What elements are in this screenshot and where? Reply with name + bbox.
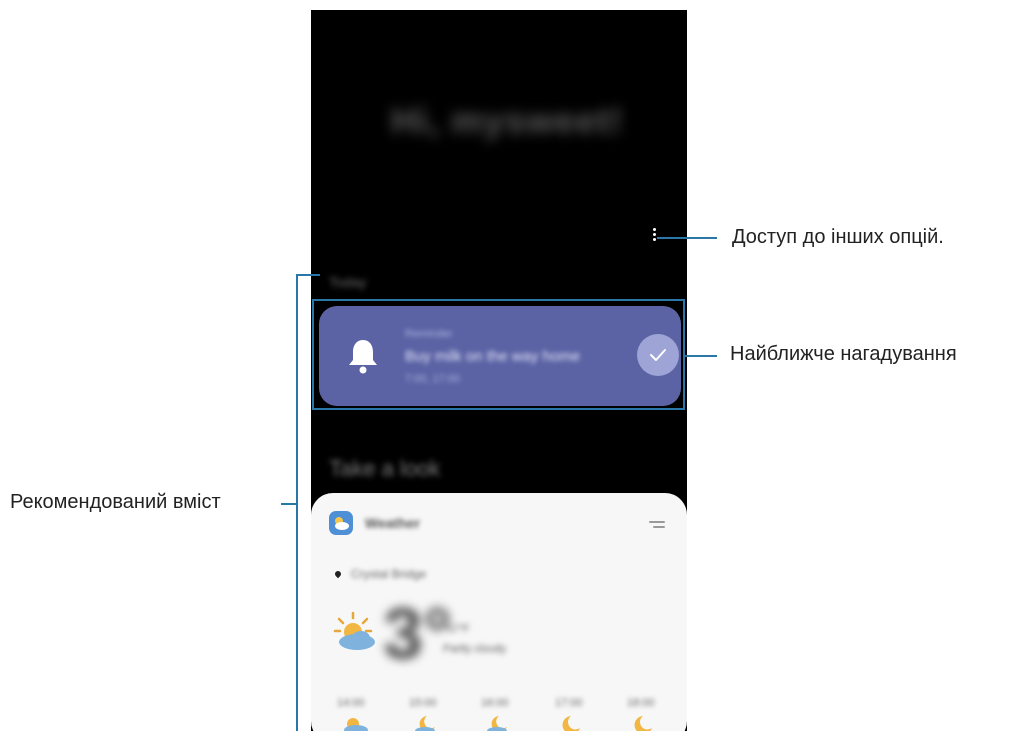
- moon-cloud-icon: [487, 716, 507, 731]
- hour-label: 17:00: [555, 697, 583, 709]
- sun-cloud-icon: [344, 718, 368, 731]
- weather-app-icon: [329, 511, 353, 535]
- more-options-callout-line: [657, 237, 717, 239]
- sun-cloud-icon: [333, 611, 375, 650]
- reminder-callout-line: [685, 355, 717, 357]
- hour-label: 15:00: [409, 697, 437, 709]
- moon-icon: [562, 716, 580, 731]
- weather-card[interactable]: Weather Crystal Bridge 3° °C/°F Partly c…: [311, 493, 687, 731]
- location-pin-icon: [333, 569, 343, 579]
- temperature-value: 3°: [383, 594, 452, 674]
- hour-label: 16:00: [481, 697, 509, 709]
- greeting-text: Hi, mysweet!: [391, 100, 624, 141]
- moon-icon: [634, 716, 652, 731]
- more-options-callout: Доступ до інших опцій.: [732, 226, 944, 248]
- recommended-top-tick: [296, 274, 320, 276]
- reminder-callout: Найближче нагадування: [730, 343, 957, 365]
- weather-menu-icon[interactable]: [649, 521, 665, 531]
- weather-title: Weather: [365, 515, 420, 531]
- moon-cloud-icon: [415, 716, 435, 731]
- take-a-look-label: Take a look: [329, 456, 441, 481]
- hour-label: 14:00: [337, 697, 365, 709]
- recommended-callout: Рекомендований вміст: [10, 491, 221, 513]
- hour-label: 18:00: [627, 697, 655, 709]
- temperature-details: °C/°F Partly cloudy: [443, 619, 506, 659]
- location-name: Crystal Bridge: [351, 567, 427, 581]
- temperature-unit: °C/°F: [443, 623, 470, 635]
- reminder-highlight-box: [312, 299, 685, 410]
- weather-description: Partly cloudy: [443, 643, 506, 655]
- recommended-side-tick: [281, 503, 297, 505]
- today-section-label: Today: [329, 274, 367, 290]
